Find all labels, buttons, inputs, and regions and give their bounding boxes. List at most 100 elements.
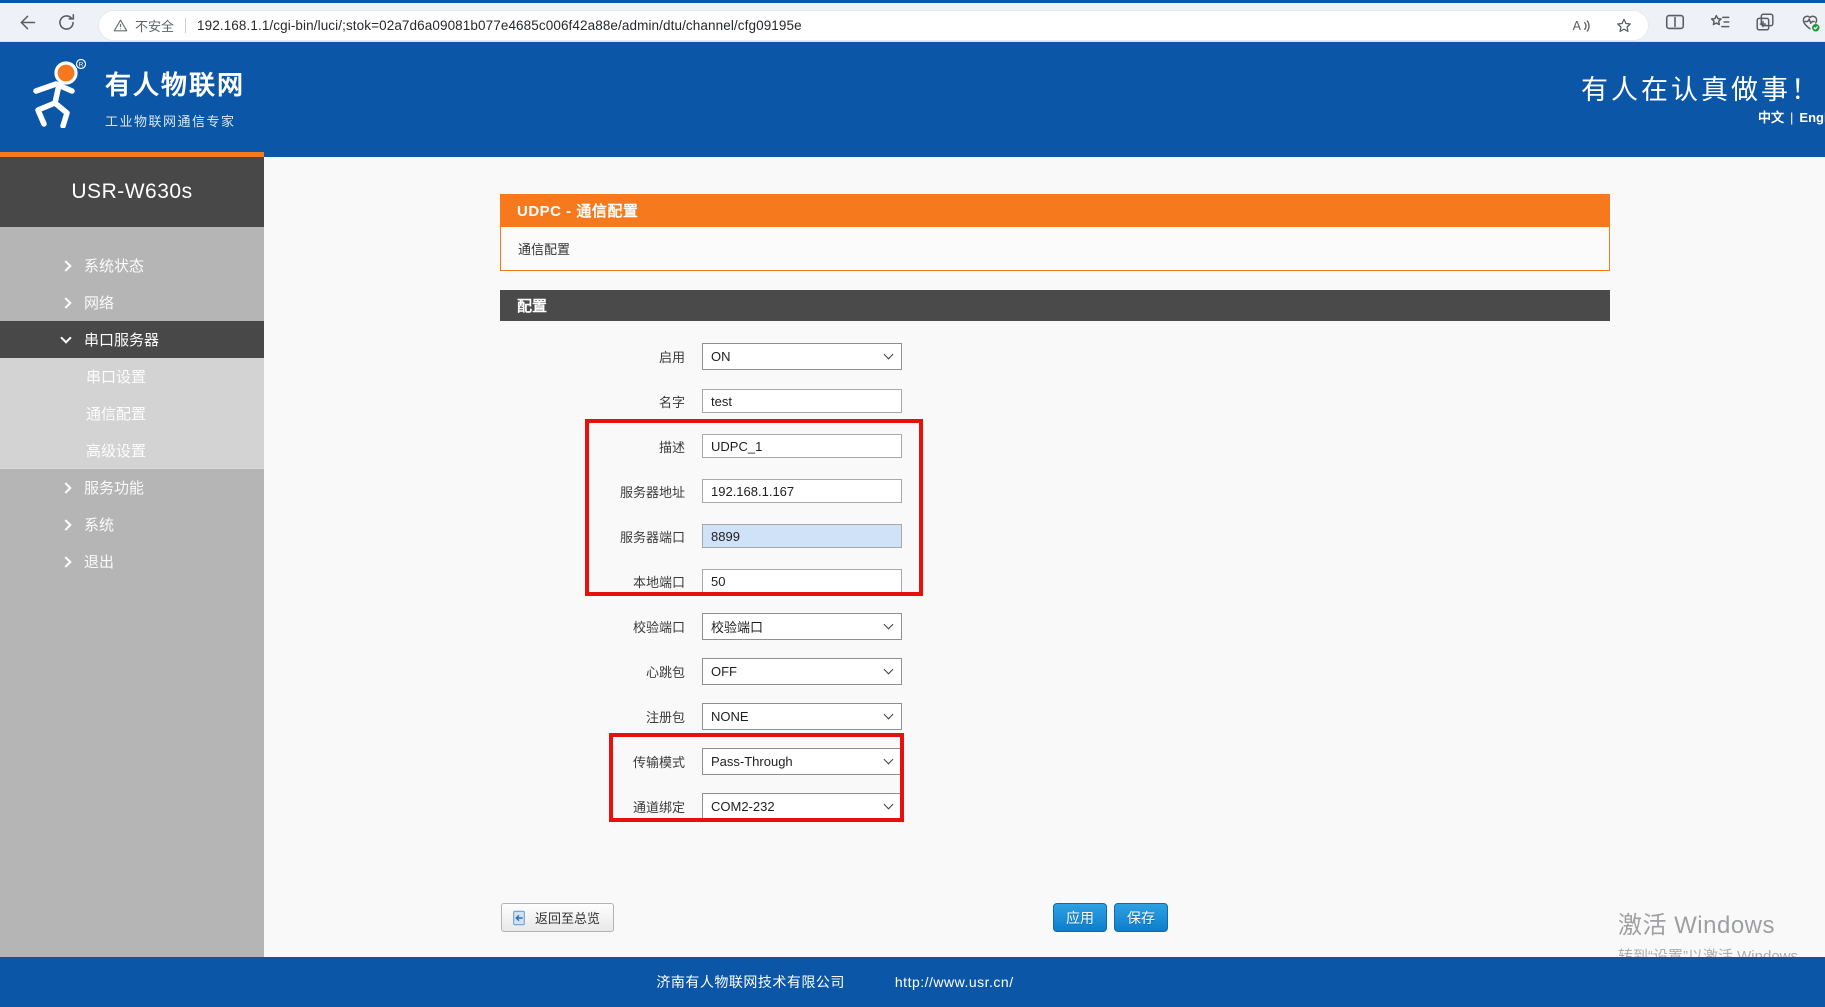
field-label: 服务器地址 — [264, 482, 685, 501]
url-divider — [185, 18, 186, 33]
browser-essentials-icon[interactable] — [1799, 11, 1821, 33]
apply-button[interactable]: 应用 — [1053, 903, 1107, 932]
footer-company: 济南有人物联网技术有限公司 — [656, 972, 845, 992]
main-content: UDPC - 通信配置 通信配置 配置 启用ON名字test描述UDPC_1服务… — [264, 157, 1825, 957]
field-input[interactable]: UDPC_1 — [702, 434, 902, 458]
field-label: 服务器端口 — [264, 527, 685, 546]
favorites-bar-icon[interactable] — [1709, 11, 1731, 33]
sidebar-subitem[interactable]: 高级设置 — [0, 432, 264, 469]
sidebar-item-label: 串口服务器 — [84, 329, 159, 350]
chevron-right-icon — [60, 556, 71, 567]
sidebar-item[interactable]: 串口服务器 — [0, 321, 264, 358]
lang-en-link[interactable]: English — [1799, 110, 1825, 125]
sidebar-item[interactable]: 系统状态 — [0, 247, 264, 284]
form-row: 本地端口50 — [264, 568, 1164, 594]
form-row: 注册包 NONE — [264, 703, 1164, 729]
field-label: 注册包 — [264, 707, 685, 726]
chevron-down-icon — [884, 619, 894, 629]
field-select[interactable]: NONE — [702, 703, 902, 730]
field-select[interactable]: OFF — [702, 658, 902, 685]
field-select-value: NONE — [711, 709, 749, 724]
form-row: 描述 UDPC_1 — [264, 433, 1164, 459]
lang-zh-link[interactable]: 中文 — [1758, 110, 1784, 125]
sidebar-item-label: 系统状态 — [84, 255, 144, 276]
field-select[interactable]: 校验端口 — [702, 613, 902, 640]
field-select-value: Pass-Through — [711, 754, 793, 769]
field-select[interactable]: ON — [702, 343, 902, 370]
sidebar-item[interactable]: 系统 — [0, 506, 264, 543]
form-row: 启用ON — [264, 343, 1164, 369]
field-input[interactable]: 192.168.1.167 — [702, 479, 902, 503]
chevron-down-icon — [60, 332, 71, 343]
chevron-down-icon — [884, 664, 894, 674]
form-row: 名字 test — [264, 388, 1164, 414]
sidebar-item-label: 服务功能 — [84, 477, 144, 498]
language-switch: 中文 | English — [1758, 107, 1825, 126]
chevron-right-icon — [60, 519, 71, 530]
config-panel: UDPC - 通信配置 通信配置 — [500, 194, 1610, 271]
panel-title: UDPC - 通信配置 — [500, 194, 1610, 227]
sidebar-subitem[interactable]: 串口设置 — [0, 358, 264, 395]
sidebar-subitem[interactable]: 通信配置 — [0, 395, 264, 432]
field-select-value: OFF — [711, 664, 737, 679]
field-label: 校验端口 — [264, 617, 685, 636]
favorite-star-icon[interactable] — [1614, 16, 1634, 36]
back-to-overview-button[interactable]: 返回至总览 — [501, 903, 614, 932]
field-select-value: 校验端口 — [711, 617, 763, 636]
chevron-down-icon — [884, 754, 894, 764]
svg-text:R: R — [79, 61, 84, 68]
header-slogan: 有人在认真做事！ — [1581, 68, 1821, 107]
watermark-line1: 激活 Windows — [1618, 905, 1813, 940]
url-text[interactable]: 192.168.1.1/cgi-bin/luci/;stok=02a7d6a09… — [197, 18, 802, 33]
field-input[interactable]: 8899 — [702, 524, 902, 548]
form-row: 通道绑定 COM2-232 — [264, 793, 1164, 819]
window-top-strip — [0, 0, 1825, 3]
brand-name: 有人物联网 — [105, 65, 245, 102]
footer-website-link[interactable]: http://www.usr.cn/ — [895, 974, 1014, 990]
back-to-overview-label: 返回至总览 — [535, 908, 600, 927]
panel-subtitle: 通信配置 — [500, 227, 1610, 271]
svg-text:A: A — [1573, 19, 1582, 33]
form-row: 心跳包OFF — [264, 658, 1164, 684]
chevron-down-icon — [884, 349, 894, 359]
field-label: 名字 — [264, 392, 685, 411]
sidebar-menu: 系统状态网络串口服务器串口设置通信配置高级设置服务功能系统退出 — [0, 227, 264, 580]
site-header: R 有人物联网 工业物联网通信专家 有人在认真做事！ 中文 | English — [0, 42, 1825, 157]
form-row: 传输模式 Pass-Through — [264, 748, 1164, 774]
field-select-value: COM2-232 — [711, 799, 775, 814]
sidebar-item[interactable]: 网络 — [0, 284, 264, 321]
chevron-right-icon — [60, 482, 71, 493]
brand-logo: R 有人物联网 工业物联网通信专家 — [26, 58, 245, 130]
read-aloud-icon[interactable]: A — [1571, 16, 1591, 36]
form-row: 校验端口 校验端口 — [264, 613, 1164, 639]
config-form: 启用ON 名字 test 描述 UDPC_1 服务器地址 192.168.1.167 服务器端… — [264, 343, 1164, 838]
field-label: 描述 — [264, 437, 685, 456]
device-model: USR-W630s — [0, 157, 264, 227]
collections-icon[interactable] — [1754, 11, 1776, 33]
field-label: 通道绑定 — [264, 797, 685, 816]
lang-separator: | — [1790, 110, 1793, 125]
field-select[interactable]: Pass-Through — [702, 748, 902, 775]
field-select[interactable]: COM2-232 — [702, 793, 902, 820]
field-select-value: ON — [711, 349, 731, 364]
sidebar-item-label: 退出 — [84, 551, 114, 572]
browser-toolbar: 不安全 192.168.1.1/cgi-bin/luci/;stok=02a7d… — [0, 3, 1825, 42]
sidebar-accent-line — [0, 152, 264, 157]
back-overview-icon — [511, 910, 527, 926]
form-row: 服务器地址 192.168.1.167 — [264, 478, 1164, 504]
back-icon[interactable] — [16, 11, 39, 34]
save-button[interactable]: 保存 — [1114, 903, 1168, 932]
refresh-icon[interactable] — [55, 11, 78, 34]
sidebar-item-label: 系统 — [84, 514, 114, 535]
field-input[interactable]: test — [702, 389, 902, 413]
security-chip[interactable]: 不安全 — [113, 16, 174, 35]
split-screen-icon[interactable] — [1664, 11, 1686, 33]
sidebar-item[interactable]: 服务功能 — [0, 469, 264, 506]
field-input[interactable]: 50 — [702, 569, 902, 593]
chevron-right-icon — [60, 260, 71, 271]
footer: 济南有人物联网技术有限公司 http://www.usr.cn/ — [0, 957, 1825, 1007]
form-row: 服务器端口 8899 — [264, 523, 1164, 549]
field-label: 传输模式 — [264, 752, 685, 771]
sidebar-item[interactable]: 退出 — [0, 543, 264, 580]
address-bar[interactable]: 不安全 192.168.1.1/cgi-bin/luci/;stok=02a7d… — [99, 11, 1648, 40]
